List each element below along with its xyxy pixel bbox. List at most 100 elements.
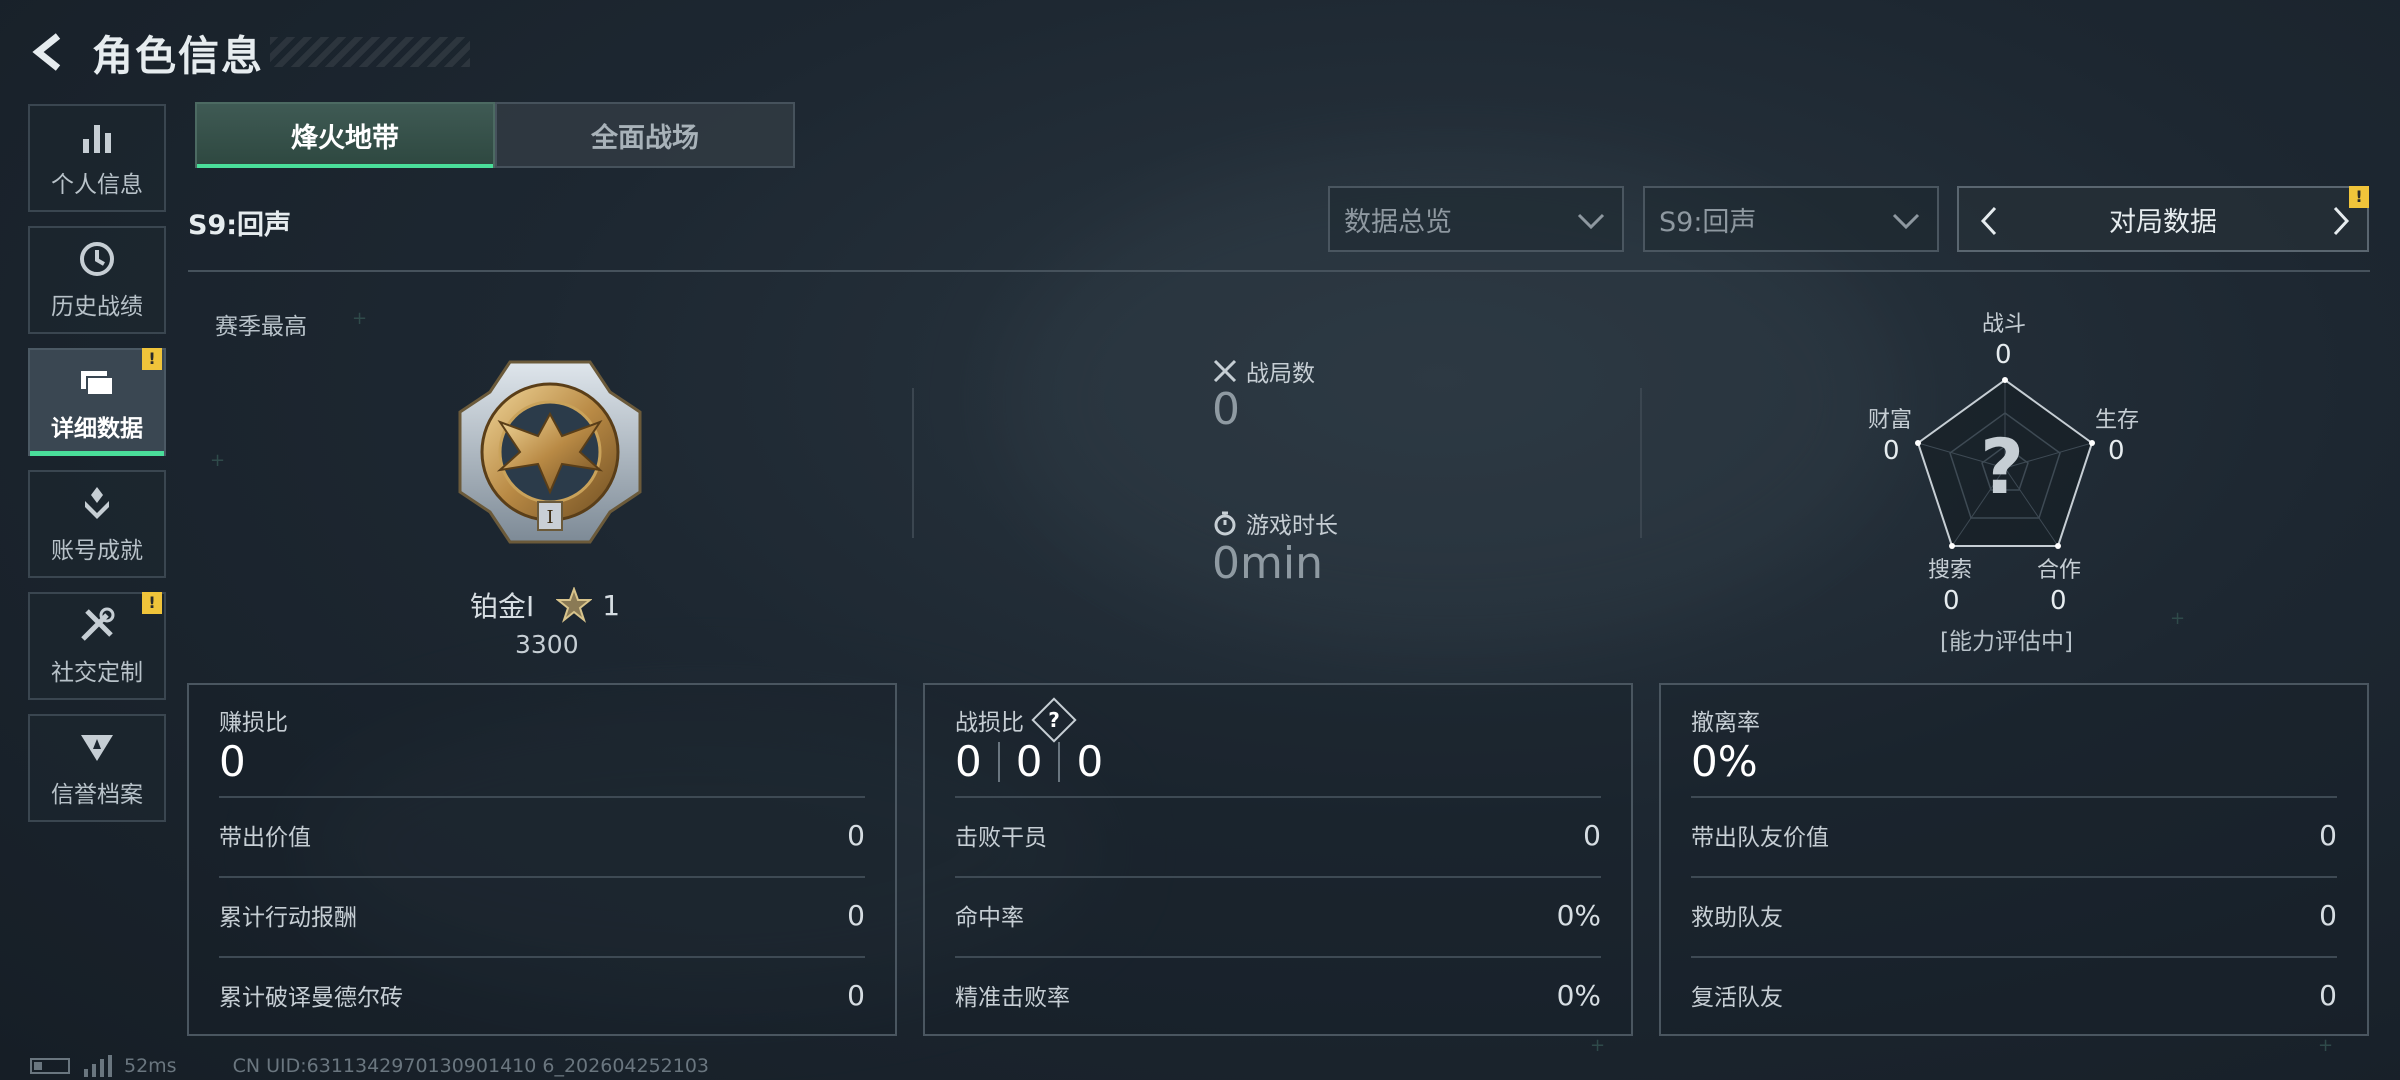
radar-value-combat: 0: [1995, 340, 2012, 370]
row-divider: [955, 956, 1601, 958]
sidebar-item-history[interactable]: 历史战绩: [28, 226, 166, 334]
rank-tier-row: 铂金I 1: [470, 585, 620, 625]
row-divider: [219, 796, 865, 798]
overview-dropdown[interactable]: 数据总览: [1328, 186, 1624, 252]
matches-label: 战局数: [1212, 354, 1315, 388]
row-label: 复活队友: [1691, 985, 1783, 1011]
row-label: 带出价值: [219, 825, 311, 851]
playtime-label-text: 游戏时长: [1246, 513, 1338, 539]
list-item: 累计破译曼德尔砖 0: [219, 975, 865, 1015]
sidebar-item-reputation[interactable]: 信誉档案: [28, 714, 166, 822]
card-main-value: 0: [219, 737, 246, 786]
season-dropdown[interactable]: S9:回声: [1643, 186, 1939, 252]
tab-beacon-zone[interactable]: 烽火地带: [195, 102, 495, 168]
radar-unknown-mark: ?: [1980, 422, 2025, 511]
bar-chart-icon: [83, 125, 111, 153]
profit-ratio-card: 赚损比 0 带出价值 0 累计行动报酬 0 累计破译曼德尔砖 0: [187, 683, 897, 1036]
radar-label-search: 搜索: [1928, 558, 1973, 583]
battery-icon: [30, 1058, 70, 1074]
card-title-text: 战损比: [955, 710, 1024, 736]
radar-label-cooperation: 合作: [2037, 558, 2082, 583]
help-icon[interactable]: ?: [1031, 697, 1077, 743]
playtime-label: 游戏时长: [1212, 506, 1338, 540]
chevron-down-icon: [1577, 213, 1605, 230]
title-decoration: [270, 37, 470, 67]
list-item: 带出队友价值 0: [1691, 815, 2337, 855]
extraction-rate-card: 撤离率 0% 带出队友价值 0 救助队友 0 复活队友 0: [1659, 683, 2369, 1036]
radar-label-survival: 生存: [2095, 408, 2140, 433]
clock-icon: [80, 242, 114, 276]
list-item: 命中率 0%: [955, 895, 1601, 935]
rank-tier: 铂金I: [470, 590, 535, 623]
sidebar-item-social-custom[interactable]: ! 社交定制: [28, 592, 166, 700]
list-item: 累计行动报酬 0: [219, 895, 865, 935]
sidebar-item-label: 历史战绩: [51, 294, 143, 320]
row-divider: [1691, 876, 2337, 878]
row-label: 救助队友: [1691, 905, 1783, 931]
page-header: 角色信息: [28, 22, 470, 82]
kd-ratio-values: 0 0 0: [955, 737, 1103, 786]
kd-ratio-card: 战损比 ? 0 0 0 击败干员 0 命中率 0% 精准击败率 0%: [923, 683, 1633, 1036]
radar-value-search: 0: [1943, 586, 1960, 616]
radar-status: [能力评估中]: [1940, 629, 2073, 655]
row-value: 0: [2319, 898, 2337, 932]
star-icon: [556, 587, 593, 623]
chevron-down-icon: [1892, 213, 1920, 230]
list-item: 复活队友 0: [1691, 975, 2337, 1015]
row-divider: [1691, 956, 2337, 958]
section-divider: [912, 388, 914, 538]
season-dropdown-value: S9:回声: [1659, 206, 1757, 238]
row-label: 累计行动报酬: [219, 905, 357, 931]
achievement-icon: [85, 487, 109, 519]
tab-full-battlefield[interactable]: 全面战场: [495, 102, 795, 168]
row-value: 0: [847, 898, 865, 932]
radar-value-cooperation: 0: [2050, 586, 2067, 616]
rank-medal-icon: I: [458, 360, 642, 544]
radar-label-combat: 战斗: [1982, 312, 2027, 337]
page-title: 角色信息: [92, 32, 264, 80]
section-divider: [188, 270, 2370, 272]
chevron-right-icon[interactable]: [2323, 204, 2357, 238]
row-value: 0%: [1556, 978, 1601, 1012]
radar-label-wealth: 财富: [1868, 408, 1913, 433]
signal-icon: [84, 1055, 112, 1077]
mode-tabs: 烽火地带 全面战场: [195, 102, 795, 168]
kd-value: 0: [955, 737, 982, 786]
season-best-label: 赛季最高: [215, 314, 307, 340]
row-value: 0%: [1556, 898, 1601, 932]
match-data-selector[interactable]: 对局数据 !: [1957, 186, 2369, 252]
radar-value-wealth: 0: [1883, 436, 1900, 466]
sidebar-item-label: 个人信息: [51, 172, 143, 198]
shield-icon: [81, 735, 113, 761]
list-item: 带出价值 0: [219, 815, 865, 855]
chevron-left-icon[interactable]: [1973, 204, 2007, 238]
back-arrow-icon[interactable]: [28, 30, 72, 74]
matches-value: 0: [1212, 384, 1240, 435]
matches-label-text: 战局数: [1246, 361, 1315, 387]
status-footer: 52ms CN UID:6311342970130901410 6_202604…: [30, 1055, 709, 1077]
row-label: 带出队友价值: [1691, 825, 1829, 851]
folder-icon: [81, 371, 114, 396]
sidebar-item-label: 信誉档案: [51, 782, 143, 808]
row-label: 精准击败率: [955, 985, 1070, 1011]
list-item: 精准击败率 0%: [955, 975, 1601, 1015]
user-uid: CN UID:6311342970130901410 6_20260425210…: [232, 1055, 710, 1077]
row-divider: [955, 796, 1601, 798]
sidebar-item-personal-info[interactable]: 个人信息: [28, 104, 166, 212]
sidebar-item-label: 详细数据: [51, 416, 143, 442]
kd-value: 0: [1076, 737, 1104, 786]
row-value: 0: [847, 818, 865, 852]
row-divider: [219, 876, 865, 878]
card-title: 撤离率: [1691, 710, 1760, 736]
stopwatch-icon: [1214, 511, 1236, 536]
row-divider: [219, 956, 865, 958]
list-item: 救助队友 0: [1691, 895, 2337, 935]
crossed-swords-icon: [1213, 359, 1237, 383]
row-value: 0: [847, 978, 865, 1012]
kd-value: 0: [1015, 737, 1043, 786]
sidebar-item-label: 社交定制: [51, 660, 143, 686]
row-divider: [1691, 796, 2337, 798]
sidebar-item-achievements[interactable]: 账号成就: [28, 470, 166, 578]
playtime-value: 0min: [1212, 538, 1323, 589]
sidebar-item-detailed-data[interactable]: ! 详细数据: [28, 348, 166, 456]
